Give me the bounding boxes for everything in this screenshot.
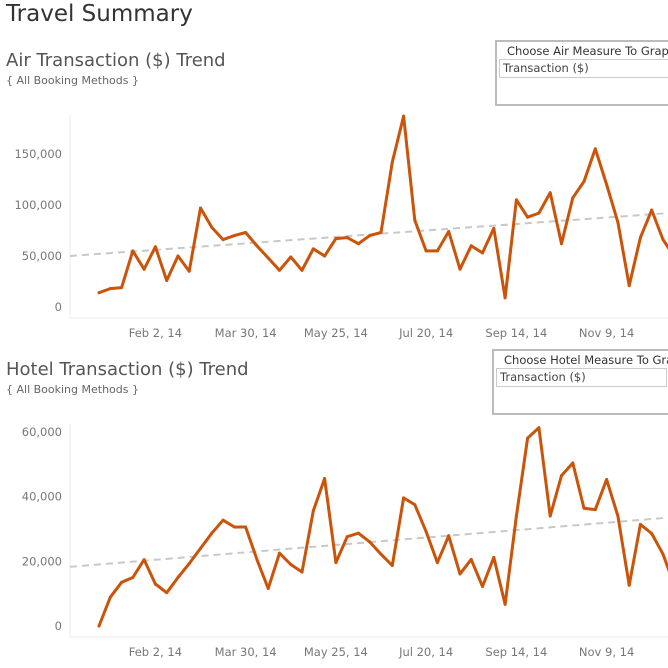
data-point xyxy=(379,552,383,556)
data-point xyxy=(356,531,360,535)
data-point xyxy=(469,557,473,561)
data-point xyxy=(199,546,203,550)
data-point xyxy=(232,525,236,529)
hotel-transaction-chart: 0 20,000 40,000 60,000 Feb 2, 14 Mar 30, 14 Ma… xyxy=(22,424,668,659)
data-point xyxy=(526,436,530,440)
data-point xyxy=(650,531,654,535)
data-point xyxy=(627,583,631,587)
data-point xyxy=(244,525,248,529)
data-point xyxy=(514,514,518,518)
data-point xyxy=(334,561,338,565)
data-point xyxy=(638,522,642,526)
data-point xyxy=(435,561,439,565)
y-tick-label: 0 xyxy=(55,619,62,633)
data-point xyxy=(447,534,451,538)
data-point xyxy=(210,531,214,535)
data-point xyxy=(187,562,191,566)
series-line xyxy=(97,426,668,628)
data-point xyxy=(559,474,563,478)
data-point xyxy=(593,508,597,512)
data-point xyxy=(571,461,575,465)
data-point xyxy=(221,518,225,522)
data-point xyxy=(120,580,124,584)
data-point xyxy=(300,570,304,574)
x-tick-label: May 25, 14 xyxy=(304,645,368,659)
x-tick-label: Mar 30, 14 xyxy=(215,645,277,659)
data-point xyxy=(481,585,485,589)
data-point xyxy=(492,555,496,559)
y-tick-label: 40,000 xyxy=(22,490,62,504)
data-point xyxy=(255,557,259,561)
data-point xyxy=(661,552,665,556)
data-point xyxy=(345,535,349,539)
data-point xyxy=(582,506,586,510)
data-point xyxy=(413,503,417,507)
data-point xyxy=(97,624,101,628)
data-point xyxy=(537,426,541,430)
data-point xyxy=(424,530,428,534)
data-point xyxy=(266,586,270,590)
data-point xyxy=(131,575,135,579)
data-point xyxy=(548,514,552,518)
x-tick-label: Sep 14, 14 xyxy=(485,645,547,659)
x-tick-label: Feb 2, 14 xyxy=(129,645,182,659)
data-point xyxy=(289,563,293,567)
data-point xyxy=(368,540,372,544)
y-tick-label: 20,000 xyxy=(22,554,62,568)
data-point xyxy=(153,582,157,586)
data-point xyxy=(142,558,146,562)
data-point xyxy=(323,477,327,481)
data-point xyxy=(458,572,462,576)
x-tick-label: Jul 20, 14 xyxy=(398,645,453,659)
data-point xyxy=(402,496,406,500)
data-point xyxy=(165,591,169,595)
x-tick-label: Nov 9, 14 xyxy=(579,645,634,659)
data-point xyxy=(503,602,507,606)
data-point xyxy=(311,509,315,513)
data-point xyxy=(108,595,112,599)
data-point xyxy=(605,477,609,481)
data-point xyxy=(277,551,281,555)
data-point xyxy=(176,575,180,579)
y-tick-label: 60,000 xyxy=(22,425,62,439)
data-point xyxy=(616,514,620,518)
data-point xyxy=(390,564,394,568)
